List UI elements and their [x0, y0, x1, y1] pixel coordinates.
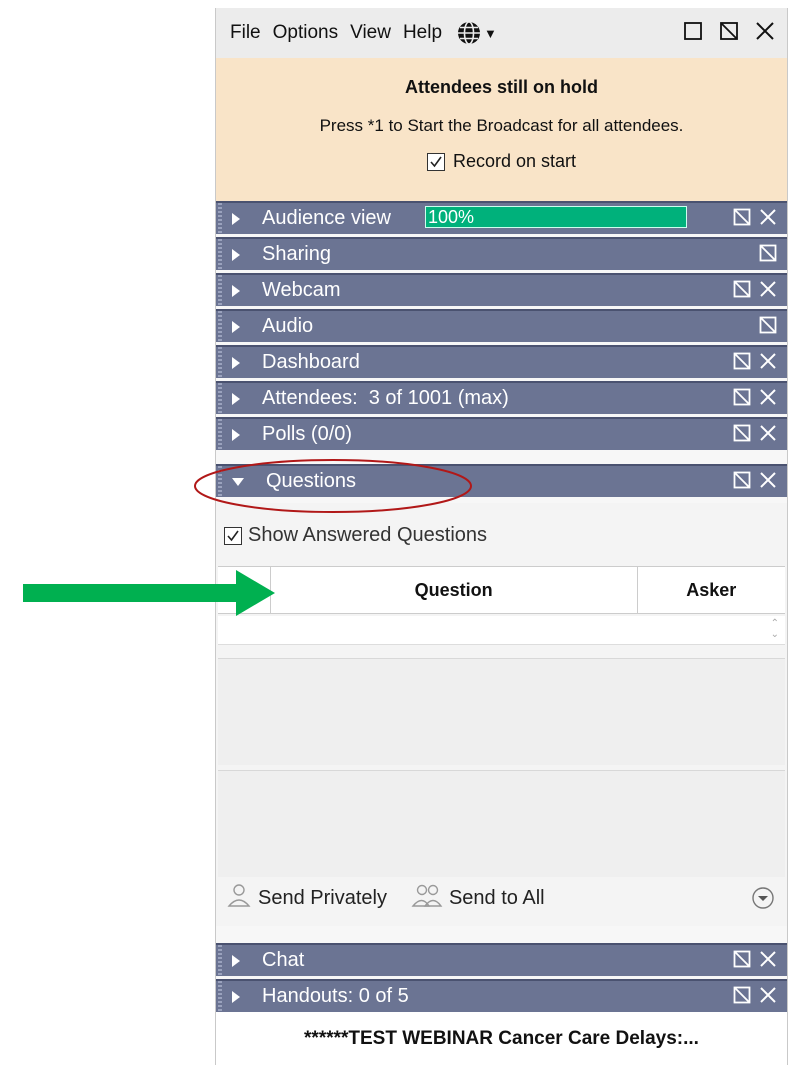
popout-icon[interactable] — [731, 422, 753, 444]
section-handouts[interactable]: Handouts: 0 of 5 — [216, 979, 787, 1012]
close-icon[interactable] — [757, 278, 779, 300]
section-chat[interactable]: Chat — [216, 943, 787, 976]
hold-banner-title: Attendees still on hold — [404, 77, 598, 97]
send-privately-label: Send Privately — [258, 886, 387, 909]
drag-handle[interactable] — [218, 275, 222, 306]
expand-arrow-icon[interactable] — [232, 212, 240, 225]
close-icon[interactable] — [753, 19, 777, 43]
person-icon — [226, 882, 252, 914]
record-on-start-label: Record on start — [452, 151, 577, 171]
drag-handle[interactable] — [218, 419, 222, 450]
popout-icon[interactable] — [757, 242, 779, 264]
section-polls[interactable]: Polls (0/0) — [216, 417, 787, 450]
record-on-start[interactable]: Record on start — [216, 151, 787, 172]
expand-arrow-icon[interactable] — [232, 392, 240, 405]
questions-list[interactable]: ⌃ ⌄ — [218, 616, 785, 645]
section-label: Attendees: 3 of 1001 (max) — [262, 387, 509, 409]
popout-icon[interactable] — [731, 206, 753, 228]
close-icon[interactable] — [757, 984, 779, 1006]
popout-icon[interactable] — [731, 984, 753, 1006]
drag-handle[interactable] — [218, 239, 222, 270]
expand-arrow-icon[interactable] — [232, 284, 240, 297]
popout-icon[interactable] — [731, 948, 753, 970]
questions-panel: Show Answered Questions Question Asker ⌃… — [216, 503, 787, 926]
section-audience-view[interactable]: Audience view 100% — [216, 201, 787, 234]
group-icon — [411, 882, 443, 914]
green-arrow-annotation — [23, 570, 275, 616]
close-icon[interactable] — [757, 422, 779, 444]
expand-down-icon[interactable] — [751, 886, 775, 916]
hold-banner: Attendees still on hold Press *1 to Star… — [216, 58, 787, 201]
section-label: Webcam — [262, 279, 341, 301]
question-detail-area[interactable] — [218, 658, 785, 765]
section-label: Chat — [262, 949, 305, 971]
drag-handle[interactable] — [218, 981, 222, 1012]
send-to-all-label: Send to All — [448, 886, 545, 909]
close-icon[interactable] — [757, 948, 779, 970]
globe-icon[interactable] — [456, 20, 482, 46]
section-audio[interactable]: Audio — [216, 309, 787, 342]
audience-progress-bar: 100% — [425, 206, 687, 228]
close-icon[interactable] — [757, 386, 779, 408]
popout-icon[interactable] — [731, 350, 753, 372]
section-dashboard[interactable]: Dashboard — [216, 345, 787, 378]
expand-arrow-icon[interactable] — [232, 356, 240, 369]
section-label: Audience view — [262, 207, 391, 229]
close-icon[interactable] — [757, 206, 779, 228]
send-privately-button[interactable]: Send Privately — [226, 882, 387, 914]
drag-handle[interactable] — [218, 347, 222, 378]
answer-footer: Send Privately Send to All — [216, 878, 787, 918]
expand-arrow-icon[interactable] — [232, 954, 240, 967]
send-to-all-button[interactable]: Send to All — [411, 882, 545, 914]
expand-arrow-icon[interactable] — [232, 248, 240, 261]
record-on-start-checkbox[interactable] — [426, 152, 445, 171]
expand-arrow-icon[interactable] — [232, 320, 240, 333]
scroll-arrows-icon[interactable]: ⌃ ⌄ — [771, 618, 779, 640]
column-header-asker[interactable]: Asker — [636, 567, 785, 613]
menu-view[interactable]: View — [344, 8, 397, 58]
highlight-ellipse-annotation — [194, 459, 472, 513]
webinar-title: ******TEST WEBINAR Cancer Care Delays:..… — [216, 1012, 787, 1065]
menu-options[interactable]: Options — [267, 8, 344, 58]
popout-icon[interactable] — [717, 19, 741, 43]
close-icon[interactable] — [757, 469, 779, 491]
section-sharing[interactable]: Sharing — [216, 237, 787, 270]
menu-file[interactable]: File — [216, 8, 267, 58]
menu-help[interactable]: Help — [397, 8, 448, 58]
restore-icon[interactable] — [681, 19, 705, 43]
section-label: Audio — [262, 315, 314, 337]
window-buttons — [681, 19, 777, 43]
section-label: Dashboard — [262, 351, 360, 373]
section-label: Handouts: 0 of 5 — [262, 985, 409, 1007]
close-icon[interactable] — [757, 350, 779, 372]
language-dropdown-icon[interactable]: ▼ — [484, 26, 497, 41]
drag-handle[interactable] — [218, 311, 222, 342]
section-label: Polls (0/0) — [262, 423, 353, 445]
expand-arrow-icon[interactable] — [232, 428, 240, 441]
popout-icon[interactable] — [731, 386, 753, 408]
audience-progress-text: 100% — [428, 207, 475, 227]
expand-arrow-icon[interactable] — [232, 990, 240, 1003]
show-answered-checkbox[interactable] — [224, 526, 242, 545]
section-webcam[interactable]: Webcam — [216, 273, 787, 306]
hold-banner-message: Press *1 to Start the Broadcast for all … — [319, 116, 684, 135]
answer-text-area[interactable] — [218, 770, 785, 877]
column-header-question[interactable]: Question — [269, 567, 637, 613]
menu-bar: File Options View Help ▼ — [216, 8, 787, 58]
show-answered-label: Show Answered Questions — [248, 524, 488, 546]
drag-handle[interactable] — [218, 203, 222, 234]
popout-icon[interactable] — [731, 469, 753, 491]
popout-icon[interactable] — [731, 278, 753, 300]
drag-handle[interactable] — [218, 945, 222, 976]
control-panel: File Options View Help ▼ Attendees still… — [216, 8, 787, 1065]
drag-handle[interactable] — [218, 383, 222, 414]
section-attendees[interactable]: Attendees: 3 of 1001 (max) — [216, 381, 787, 414]
questions-table-header: Question Asker — [218, 566, 785, 614]
popout-icon[interactable] — [757, 314, 779, 336]
section-label: Sharing — [262, 243, 331, 265]
show-answered-toggle[interactable]: Show Answered Questions — [224, 524, 487, 547]
